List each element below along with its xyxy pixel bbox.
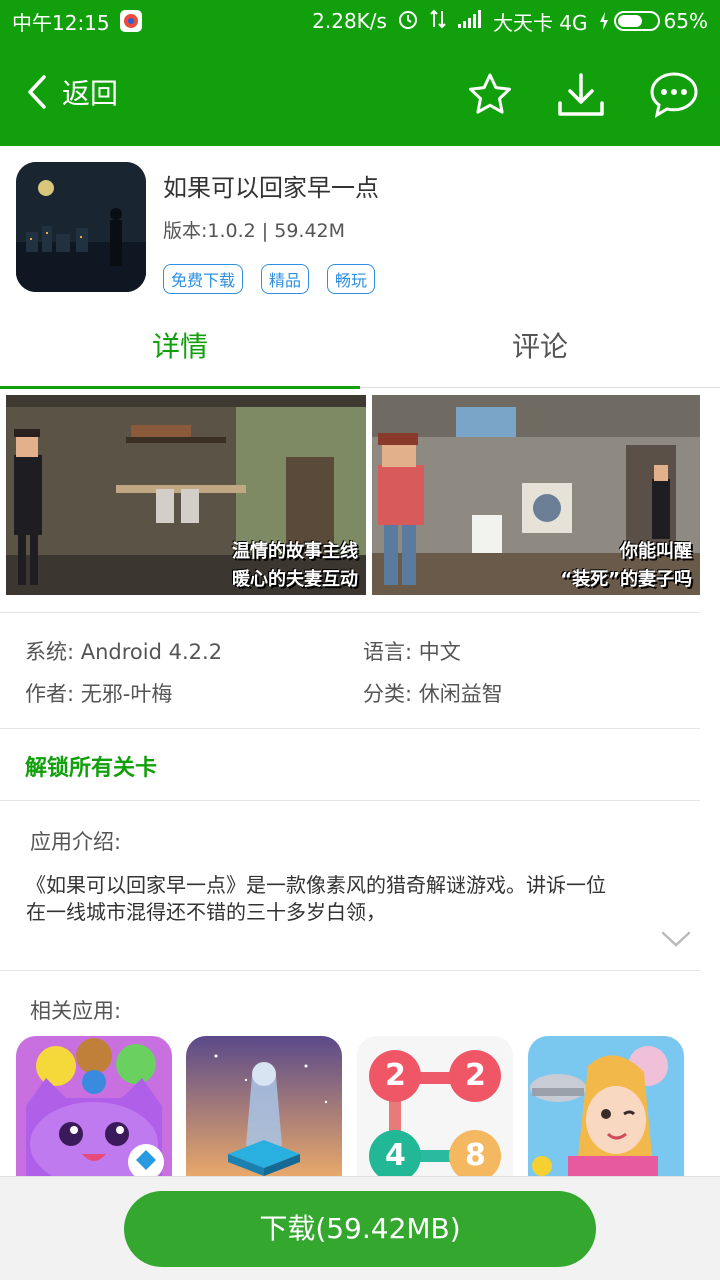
divider [0, 728, 700, 729]
tile-number: 2 [385, 1058, 406, 1093]
charging-icon [599, 12, 608, 30]
divider [0, 800, 700, 801]
chevron-left-icon [28, 75, 46, 109]
chevron-down-icon[interactable] [660, 928, 692, 950]
battery-percent: 65% [663, 9, 708, 33]
tag-smooth-play: 畅玩 [327, 264, 376, 294]
related-apps-label: 相关应用: [30, 999, 122, 1023]
app-title: 如果可以回家早一点 [163, 174, 379, 202]
notification-app-icon [119, 10, 142, 32]
tag-free-download: 免费下载 [163, 264, 244, 294]
download-icon[interactable] [556, 70, 606, 120]
related-app-2[interactable] [186, 1036, 342, 1176]
divider [0, 612, 700, 613]
app-info-section: 如果可以回家早一点 版本:1.0.2 | 59.42M 免费下载 精品 畅玩 [0, 146, 720, 306]
detail-tabs: 详情 评论 [0, 306, 720, 389]
related-app-1[interactable] [16, 1036, 172, 1176]
related-app-4[interactable] [528, 1036, 684, 1176]
tile-number: 2 [465, 1058, 486, 1093]
intro-label: 应用介绍: [30, 830, 122, 854]
tab-comments[interactable]: 评论 [360, 306, 720, 388]
download-button[interactable]: 下载(59.42MB) [124, 1191, 596, 1267]
divider [0, 970, 700, 971]
meta-category: 分类: 休闲益智 [363, 682, 503, 706]
bottom-download-bar: 下载(59.42MB) [0, 1176, 720, 1280]
unlock-all-levels-link[interactable]: 解锁所有关卡 [25, 750, 157, 782]
screenshot-1-caption-line2: 暖心的夫妻互动 [232, 569, 358, 590]
meta-system: 系统: Android 4.2.2 [25, 640, 223, 664]
app-icon [16, 162, 146, 292]
screenshot-gallery[interactable]: 温情的故事主线 暖心的夫妻互动 你能叫醒 “装死”的妻子吗 [0, 393, 720, 597]
app-tags: 免费下载 精品 畅玩 [163, 264, 376, 294]
signal-icon [457, 9, 483, 34]
screenshot-2-caption-line1: 你能叫醒 [620, 541, 692, 562]
status-bar: 中午12:15 2.28K/s 大天卡 4G 65% [0, 0, 720, 42]
tag-premium: 精品 [261, 264, 310, 294]
carrier-label: 大天卡 4G [492, 10, 588, 35]
related-app-3[interactable]: 2 2 4 8 [357, 1036, 513, 1176]
back-button[interactable]: 返回 [26, 72, 118, 112]
tile-number: 4 [385, 1138, 406, 1173]
meta-author: 作者: 无邪-叶梅 [25, 682, 173, 706]
star-icon[interactable] [465, 70, 515, 120]
battery-indicator: 65% [598, 9, 708, 33]
meta-language: 语言: 中文 [363, 640, 461, 664]
data-transfer-icon [429, 8, 447, 35]
battery-icon [613, 11, 660, 31]
network-speed: 2.28K/s [312, 9, 387, 33]
alarm-icon [397, 8, 419, 35]
screenshot-1-caption-line1: 温情的故事主线 [232, 541, 358, 562]
app-header: 返回 [0, 42, 720, 146]
status-time: 中午12:15 [12, 10, 110, 35]
screenshot-2[interactable]: 你能叫醒 “装死”的妻子吗 [372, 395, 700, 595]
screenshot-1[interactable]: 温情的故事主线 暖心的夫妻互动 [6, 395, 366, 595]
back-label: 返回 [62, 77, 119, 110]
app-version: 版本:1.0.2 | 59.42M [163, 220, 346, 242]
chat-icon[interactable] [649, 70, 699, 120]
intro-text: 《如果可以回家早一点》是一款像素风的猎奇解谜游戏。讲诉一位在一线城市混得还不错的… [26, 873, 606, 924]
tab-details[interactable]: 详情 [0, 306, 360, 389]
screenshot-2-caption-line2: “装死”的妻子吗 [560, 569, 692, 590]
tile-number: 8 [465, 1138, 486, 1173]
